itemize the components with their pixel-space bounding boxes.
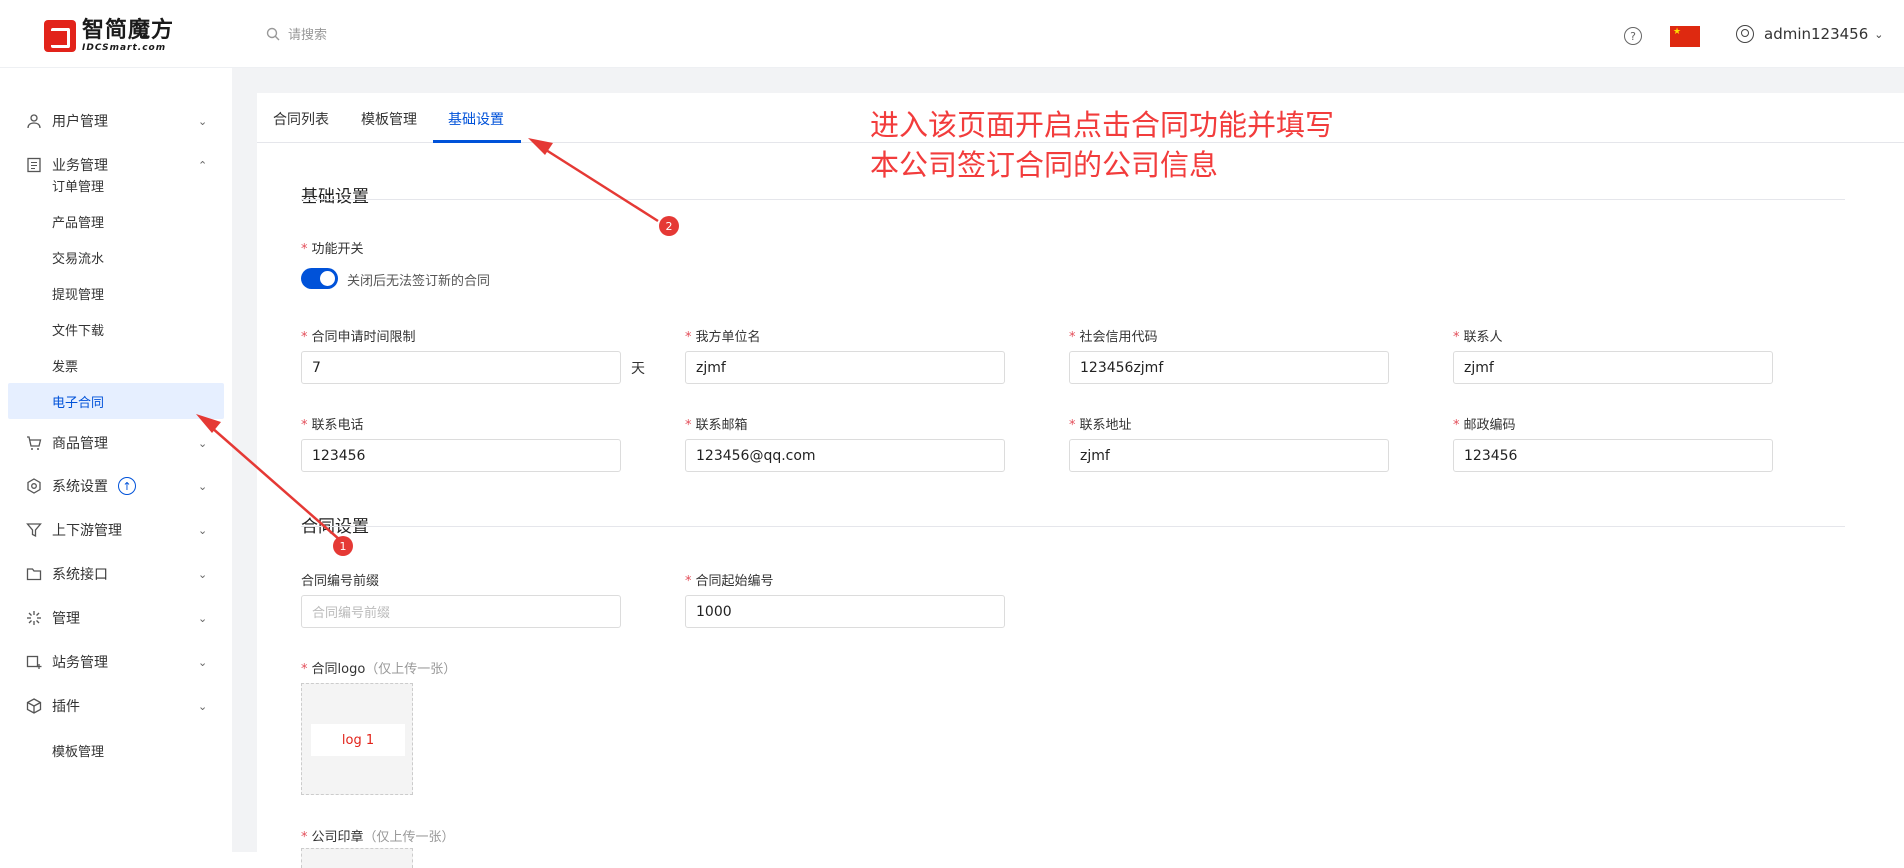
annotation-marker-2: 2 <box>659 216 679 236</box>
arrow-head-1 <box>196 414 221 433</box>
arrow-line-1 <box>202 419 341 541</box>
annotation-marker-1: 1 <box>333 536 353 556</box>
annotation-arrows <box>196 138 659 541</box>
arrow-line-2 <box>534 141 659 223</box>
